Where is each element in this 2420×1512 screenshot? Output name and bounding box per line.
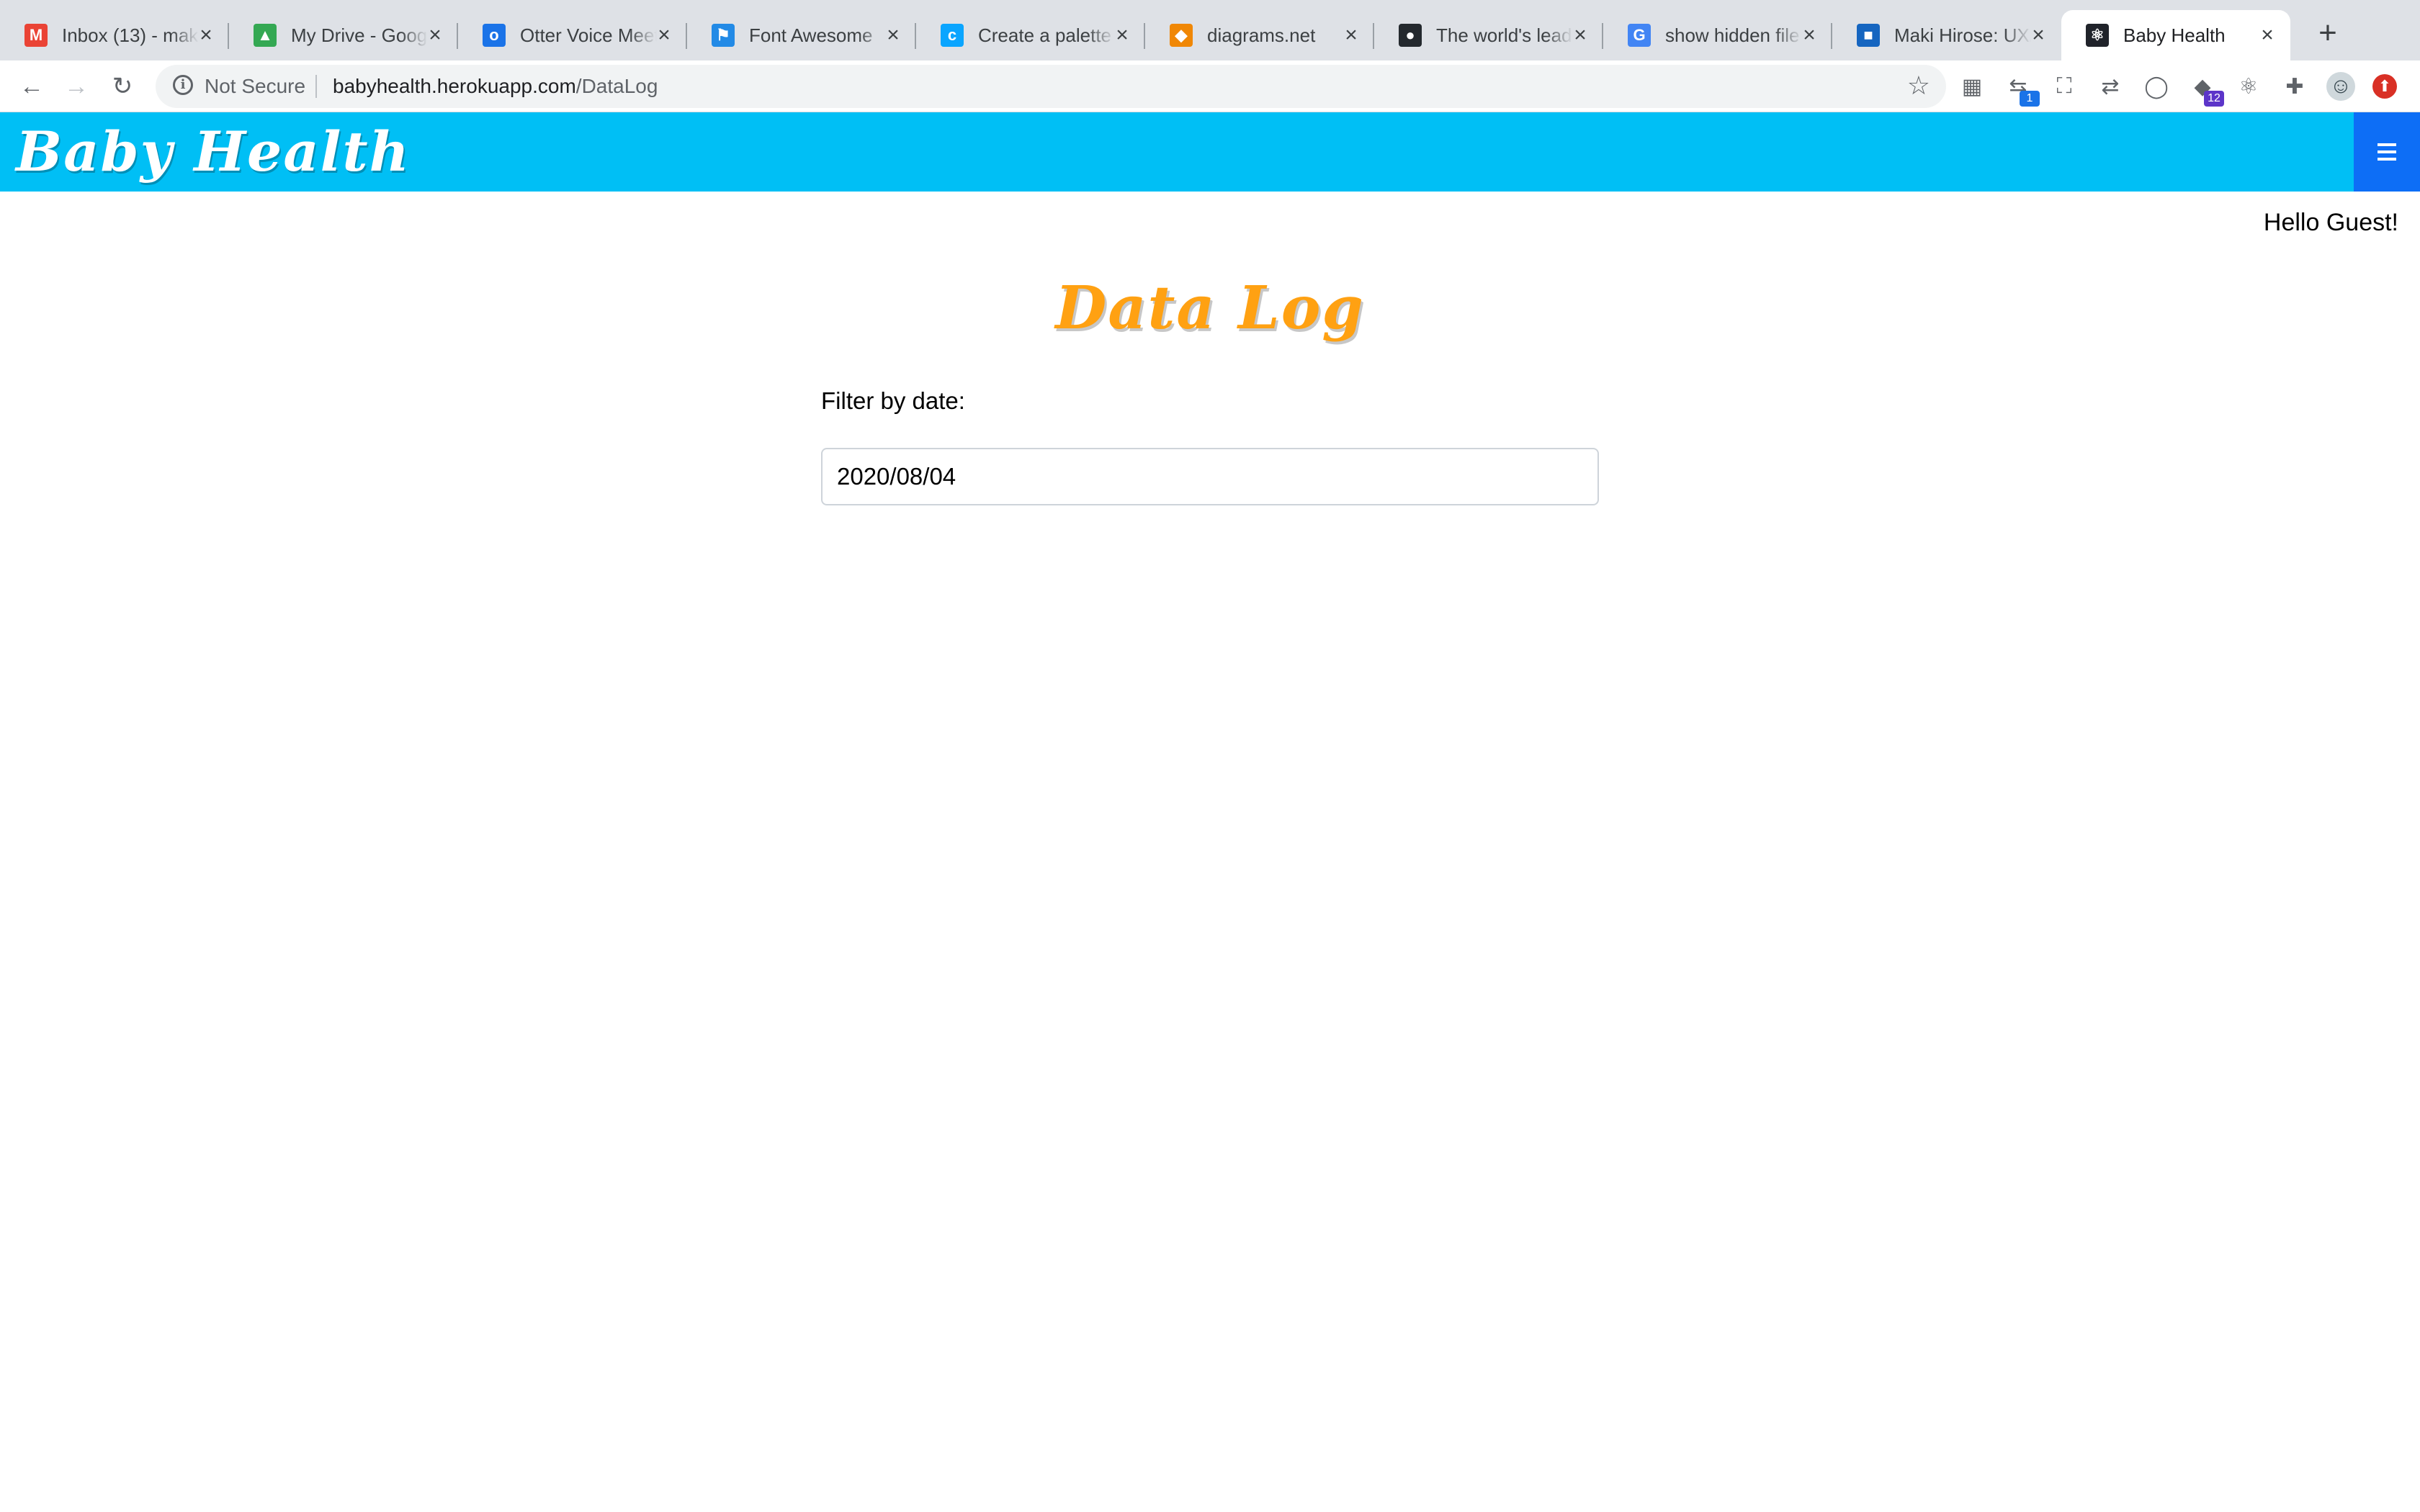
tab-close-icon[interactable]: ×	[880, 22, 906, 48]
browser-tab[interactable]: Gshow hidden file ×	[1603, 10, 1832, 60]
tab-close-icon[interactable]: ×	[1567, 22, 1593, 48]
portfolio-icon: ■	[1857, 24, 1880, 47]
forward-arrow-icon[interactable]: →	[59, 69, 94, 104]
hamburger-menu-button[interactable]	[2354, 112, 2420, 192]
extension-circle-icon-glyph: ◯	[2144, 74, 2169, 99]
react-devtools-icon[interactable]: ⚛	[2234, 72, 2263, 101]
site-info-icon[interactable]: i	[173, 75, 193, 95]
tab-close-icon[interactable]: ×	[1338, 22, 1364, 48]
font-awesome-flag-icon: ⚑	[712, 24, 735, 47]
browser-tab[interactable]: M Inbox (13) - maki ×	[0, 10, 229, 60]
tab-close-icon[interactable]: ×	[422, 22, 448, 48]
extension-badge: 12	[2204, 91, 2224, 107]
user-greeting: Hello Guest!	[2263, 209, 2398, 236]
url-text[interactable]: babyhealth.herokuapp.com/DataLog	[333, 75, 658, 98]
tab-close-icon[interactable]: ×	[1796, 22, 1822, 48]
tab-close-icon[interactable]: ×	[2254, 22, 2280, 48]
tab-close-icon[interactable]: ×	[2025, 22, 2051, 48]
tab-close-icon[interactable]: ×	[193, 22, 219, 48]
tab-title: Otter Voice Meet	[520, 24, 657, 46]
extension-badge: 1	[2020, 91, 2040, 107]
menu-line	[2378, 143, 2396, 146]
tab-title: Baby Health	[2123, 24, 2226, 46]
bookmark-star-icon[interactable]: ☆	[1907, 71, 1930, 101]
gmail-icon: M	[24, 24, 48, 47]
brand-logo[interactable]: Baby Health	[16, 120, 411, 184]
extension-arrows-icon[interactable]: ⇄	[2096, 72, 2125, 101]
page-title: Data Log	[1055, 274, 1365, 343]
url-host: babyhealth.herokuapp.com	[333, 75, 576, 97]
browser-tab[interactable]: ◆ diagrams.net ×	[1145, 10, 1374, 60]
reload-icon[interactable]: ↻	[105, 69, 140, 104]
google-drive-icon: ▲	[254, 24, 277, 47]
tab-title: The world's lead	[1436, 24, 1572, 46]
browser-tab[interactable]: ■ Maki Hirose: UX/×	[1832, 10, 2061, 60]
coolors-icon: c	[941, 24, 964, 47]
new-tab-button[interactable]: +	[2311, 16, 2345, 50]
google-icon: G	[1628, 24, 1651, 47]
profile-avatar-icon-glyph: ☺	[2329, 74, 2352, 98]
filter-date-label: Filter by date:	[821, 387, 965, 414]
url-path: /DataLog	[575, 75, 658, 97]
address-divider	[315, 75, 317, 98]
extensions-puzzle-icon-glyph: ✚	[2285, 74, 2304, 99]
tab-title: Maki Hirose: UX/	[1894, 24, 2031, 46]
tab-title: My Drive - Google	[291, 24, 428, 46]
profile-avatar-icon[interactable]: ☺	[2326, 72, 2355, 101]
browser-tab[interactable]: c Create a palette ×	[916, 10, 1145, 60]
address-bar[interactable]: i Not Secure babyhealth.herokuapp.com/Da…	[156, 65, 1946, 108]
back-arrow-icon[interactable]: ←	[14, 69, 49, 104]
browser-tab[interactable]: ▲ My Drive - Google ×	[229, 10, 458, 60]
menu-line	[2378, 158, 2396, 161]
tab-title: Create a palette	[978, 24, 1112, 46]
browser-tab-strip: M Inbox (13) - maki × ▲ My Drive - Google × o O…	[0, 0, 2420, 60]
browser-tab[interactable]: ⚑ Font Awesome ×	[687, 10, 916, 60]
update-arrow-icon[interactable]: ⬆	[2372, 74, 2397, 99]
tab-close-icon[interactable]: ×	[1109, 22, 1135, 48]
browser-toolbar: ← → ↻ i Not Secure babyhealth.herokuapp.…	[0, 60, 2420, 112]
diagrams-icon: ◆	[1170, 24, 1193, 47]
extensions-puzzle-icon[interactable]: ✚	[2280, 72, 2309, 101]
react-icon: ⚛	[2086, 24, 2109, 47]
otter-icon: o	[483, 24, 506, 47]
browser-tab[interactable]: o Otter Voice Meet ×	[458, 10, 687, 60]
screenshot-frame-icon[interactable]: ⛶	[2050, 72, 2079, 101]
tab-title: Inbox (13) - maki	[62, 24, 199, 46]
browser-tab[interactable]: ● The world's lead ×	[1374, 10, 1603, 60]
app-navbar: Baby Health	[0, 112, 2420, 192]
extension-arrows-icon-glyph: ⇄	[2101, 74, 2120, 99]
screenshot-frame-icon-glyph: ⛶	[2056, 74, 2072, 98]
browser-tab[interactable]: ⚛ Baby Health ×	[2061, 10, 2290, 60]
date-filter-input[interactable]	[821, 448, 1599, 505]
tab-title: Font Awesome	[749, 24, 873, 46]
extension-graduation-icon[interactable]: ◆ 12	[2188, 72, 2224, 107]
tab-close-icon[interactable]: ×	[651, 22, 677, 48]
extension-tile-icon-glyph: ▦	[1961, 74, 1983, 99]
update-arrow-icon-glyph: ⬆	[2378, 77, 2392, 95]
tab-title: diagrams.net	[1207, 24, 1316, 46]
extension-share-icon[interactable]: ⇆ 1	[2004, 72, 2040, 107]
github-icon: ●	[1399, 24, 1422, 47]
extension-circle-icon[interactable]: ◯	[2142, 72, 2171, 101]
extension-tile-icon[interactable]: ▦	[1958, 72, 1986, 101]
menu-line	[2378, 150, 2396, 153]
tab-title: show hidden file	[1665, 24, 1800, 46]
security-label: Not Secure	[205, 75, 306, 97]
react-devtools-icon-glyph: ⚛	[2238, 74, 2259, 99]
